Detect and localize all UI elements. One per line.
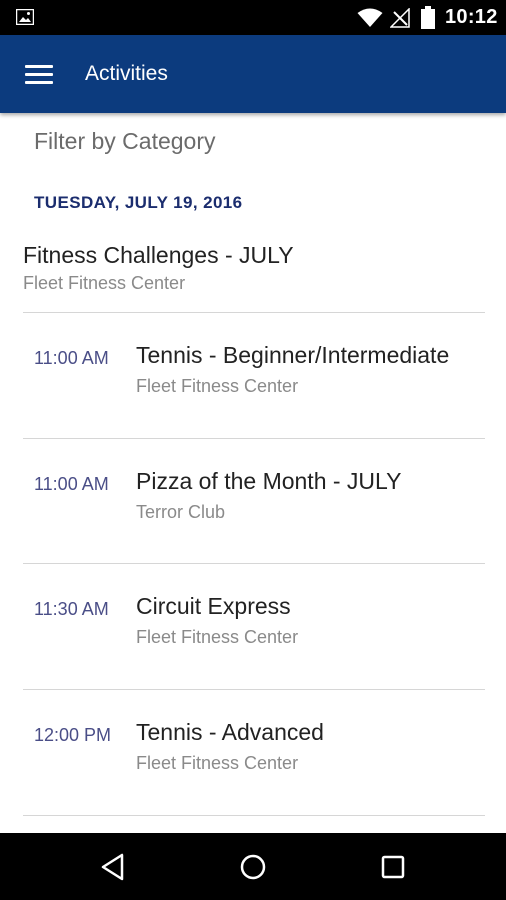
filter-by-category-button[interactable]: Filter by Category [34, 128, 216, 155]
back-icon[interactable] [96, 850, 130, 884]
recents-icon[interactable] [376, 850, 410, 884]
event-row[interactable]: 12:00 PM Tennis - Advanced Fleet Fitness… [0, 690, 506, 814]
no-signal-icon [390, 8, 410, 28]
battery-icon [421, 6, 435, 29]
app-bar: Activities [0, 35, 506, 113]
event-row[interactable]: 11:30 AM Circuit Express Fleet Fitness C… [0, 564, 506, 688]
event-location: Fleet Fitness Center [136, 376, 299, 396]
hamburger-menu-icon[interactable] [18, 56, 58, 92]
event-name: Tennis - Beginner/Intermediate [136, 342, 450, 368]
event-location: Fleet Fitness Center [23, 273, 186, 293]
status-bar: 10:12 [0, 0, 506, 35]
all-day-event[interactable]: Fitness Challenges - JULY Fleet Fitness … [23, 242, 485, 294]
event-row[interactable]: 11:00 AM Tennis - Beginner/Intermediate … [0, 313, 506, 437]
event-time: 11:30 AM [34, 599, 109, 619]
divider [23, 815, 485, 816]
page-title: Activities [85, 62, 168, 85]
event-row[interactable]: 11:00 AM Pizza of the Month - JULY Terro… [0, 439, 506, 563]
event-location: Fleet Fitness Center [136, 753, 299, 773]
event-location: Fleet Fitness Center [136, 627, 299, 647]
event-name: Tennis - Advanced [136, 719, 324, 745]
event-time: 11:00 AM [34, 474, 109, 494]
image-notification-icon [16, 9, 34, 25]
event-time: 12:00 PM [34, 725, 112, 745]
event-name: Fitness Challenges - JULY [23, 242, 294, 268]
event-name: Pizza of the Month - JULY [136, 468, 402, 494]
home-icon[interactable] [236, 850, 270, 884]
navigation-bar [0, 833, 506, 900]
event-time: 11:00 AM [34, 348, 109, 368]
wifi-icon [357, 8, 383, 27]
event-location: Terror Club [136, 502, 226, 522]
event-name: Circuit Express [136, 593, 291, 619]
date-header: TUESDAY, JULY 19, 2016 [34, 193, 243, 212]
status-time: 10:12 [445, 6, 498, 28]
